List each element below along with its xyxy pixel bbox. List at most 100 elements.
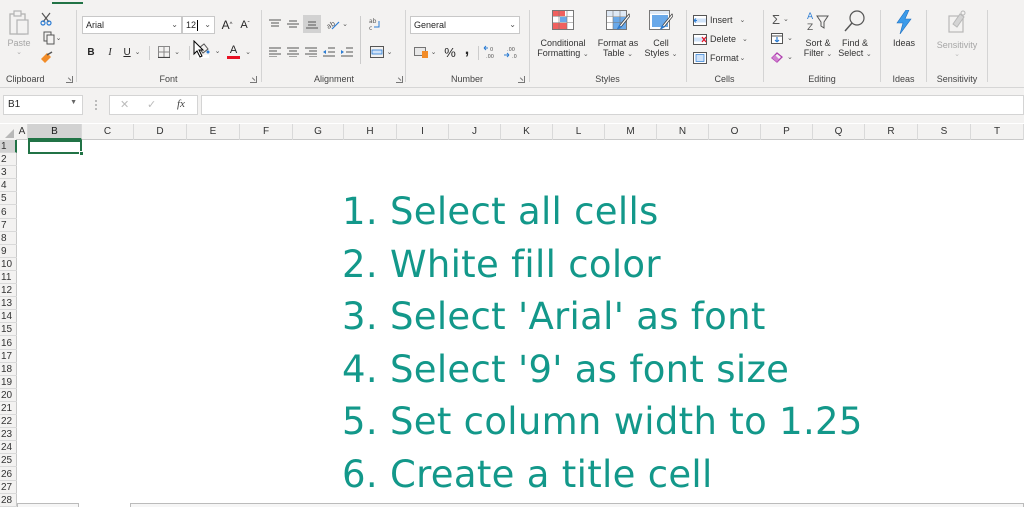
column-header-g[interactable]: G <box>293 124 344 140</box>
wrap-text-button[interactable]: ab c <box>366 15 384 33</box>
increase-decimal-button[interactable]: 0.00 <box>482 43 500 61</box>
paste-dropdown-icon[interactable]: ⌄ <box>16 48 22 56</box>
clipboard-dialog-launcher[interactable] <box>66 76 73 83</box>
insert-function-icon[interactable]: fx <box>177 98 185 110</box>
sort-filter-button[interactable]: A Z Sort & Filter ⌄ <box>800 10 836 70</box>
column-header-k[interactable]: K <box>501 124 553 140</box>
copy-button[interactable]: ⌄ <box>38 30 66 46</box>
row-header-7[interactable]: 7 <box>0 219 17 232</box>
row-header-16[interactable]: 16 <box>0 337 17 350</box>
column-header-p[interactable]: P <box>761 124 813 140</box>
autosum-button[interactable]: Σ ⌄ <box>772 11 798 27</box>
italic-button[interactable]: I <box>103 44 117 60</box>
fill-button[interactable]: ⌄ <box>771 30 797 46</box>
delete-cells-button[interactable]: Delete ⌄ <box>693 31 759 47</box>
decrease-font-size-button[interactable]: Aˇ <box>237 16 253 34</box>
merge-center-button[interactable]: ⌄ <box>366 44 396 60</box>
column-header-a[interactable]: A <box>17 124 28 140</box>
row-header-15[interactable]: 15 <box>0 323 17 337</box>
conditional-formatting-button[interactable]: Conditional Formatting ⌄ <box>534 10 592 70</box>
row-header-3[interactable]: 3 <box>0 166 17 180</box>
cell-styles-button[interactable]: Cell Styles ⌄ <box>642 10 680 70</box>
column-header-h[interactable]: H <box>344 124 397 140</box>
row-header-5[interactable]: 5 <box>0 192 17 206</box>
column-header-q[interactable]: Q <box>813 124 865 140</box>
right-align-button[interactable] <box>303 44 319 60</box>
bottom-align-button[interactable] <box>303 15 321 33</box>
borders-button[interactable]: ⌄ <box>155 44 183 60</box>
row-header-4[interactable]: 4 <box>0 179 17 193</box>
column-header-j[interactable]: J <box>449 124 501 140</box>
paste-button[interactable]: Paste ⌄ <box>4 10 34 70</box>
cancel-icon[interactable]: ✕ <box>120 98 129 111</box>
selected-cell-b1[interactable] <box>28 140 84 156</box>
copy-dropdown-icon[interactable]: ⌄ <box>56 34 62 42</box>
decrease-decimal-button[interactable]: .00.0 <box>502 43 520 61</box>
format-painter-button[interactable] <box>38 50 54 66</box>
row-header-26[interactable]: 26 <box>0 468 17 481</box>
font-dialog-launcher[interactable] <box>250 76 257 83</box>
row-header-20[interactable]: 20 <box>0 389 17 402</box>
number-dialog-launcher[interactable] <box>518 76 525 83</box>
increase-font-size-button[interactable]: A ^ <box>219 16 235 34</box>
top-align-button[interactable] <box>267 16 283 32</box>
column-header-s[interactable]: S <box>918 124 971 140</box>
horizontal-scrollbar[interactable] <box>130 503 1024 507</box>
row-header-14[interactable]: 14 <box>0 310 17 324</box>
underline-button[interactable]: U ⌄ <box>120 44 144 60</box>
row-header-23[interactable]: 23 <box>0 428 17 442</box>
font-color-button[interactable]: A ⌄ <box>225 43 253 61</box>
row-header-18[interactable]: 18 <box>0 363 17 376</box>
font-size-combo[interactable]: 12 ⌄ <box>182 16 215 34</box>
row-header-11[interactable]: 11 <box>0 271 17 284</box>
formula-bar-grip[interactable] <box>95 100 97 110</box>
sensitivity-button[interactable]: Sensitivity ⌄ <box>930 10 984 70</box>
left-align-button[interactable] <box>267 44 283 60</box>
font-name-combo[interactable]: Arial ⌄ <box>82 16 182 34</box>
increase-indent-button[interactable] <box>339 44 355 60</box>
column-header-t[interactable]: T <box>971 124 1024 140</box>
row-header-27[interactable]: 27 <box>0 481 17 494</box>
row-header-1[interactable]: 1 <box>0 140 17 153</box>
row-header-19[interactable]: 19 <box>0 376 17 389</box>
row-header-9[interactable]: 9 <box>0 245 17 258</box>
row-header-28[interactable]: 28 <box>0 494 17 507</box>
row-header-21[interactable]: 21 <box>0 402 17 415</box>
comma-style-button[interactable]: , <box>460 41 474 59</box>
column-header-e[interactable]: E <box>187 124 240 140</box>
row-header-12[interactable]: 12 <box>0 284 17 298</box>
row-header-13[interactable]: 13 <box>0 297 17 311</box>
row-header-2[interactable]: 2 <box>0 153 17 167</box>
number-format-combo[interactable]: General ⌄ <box>410 16 520 34</box>
find-select-button[interactable]: Find & Select ⌄ <box>836 10 874 70</box>
row-header-8[interactable]: 8 <box>0 232 17 245</box>
column-header-n[interactable]: N <box>657 124 709 140</box>
format-as-table-button[interactable]: Format as Table ⌄ <box>594 10 642 70</box>
column-header-c[interactable]: C <box>82 124 134 140</box>
column-header-m[interactable]: M <box>605 124 657 140</box>
orientation-button[interactable]: ab ⌄ <box>324 16 350 32</box>
decrease-indent-button[interactable] <box>321 44 337 60</box>
column-header-l[interactable]: L <box>553 124 605 140</box>
row-header-17[interactable]: 17 <box>0 350 17 363</box>
cut-button[interactable] <box>38 11 54 27</box>
column-header-i[interactable]: I <box>397 124 449 140</box>
fill-handle[interactable] <box>79 151 84 156</box>
column-header-b[interactable]: B <box>28 124 82 140</box>
format-cells-button[interactable]: Format ⌄ <box>693 50 759 66</box>
row-header-25[interactable]: 25 <box>0 454 17 468</box>
clear-button[interactable]: ⌄ <box>771 49 797 65</box>
accounting-format-button[interactable]: ⌄ <box>410 43 440 61</box>
ideas-button[interactable]: Ideas <box>885 10 923 62</box>
select-all-button[interactable] <box>0 124 16 140</box>
column-header-f[interactable]: F <box>240 124 293 140</box>
column-header-d[interactable]: D <box>134 124 187 140</box>
enter-icon[interactable]: ✓ <box>147 98 156 111</box>
row-header-10[interactable]: 10 <box>0 258 17 271</box>
row-header-24[interactable]: 24 <box>0 441 17 455</box>
bold-button[interactable]: B <box>84 44 98 60</box>
column-header-o[interactable]: O <box>709 124 761 140</box>
alignment-dialog-launcher[interactable] <box>396 76 403 83</box>
center-align-button[interactable] <box>285 44 301 60</box>
middle-align-button[interactable] <box>285 16 301 32</box>
